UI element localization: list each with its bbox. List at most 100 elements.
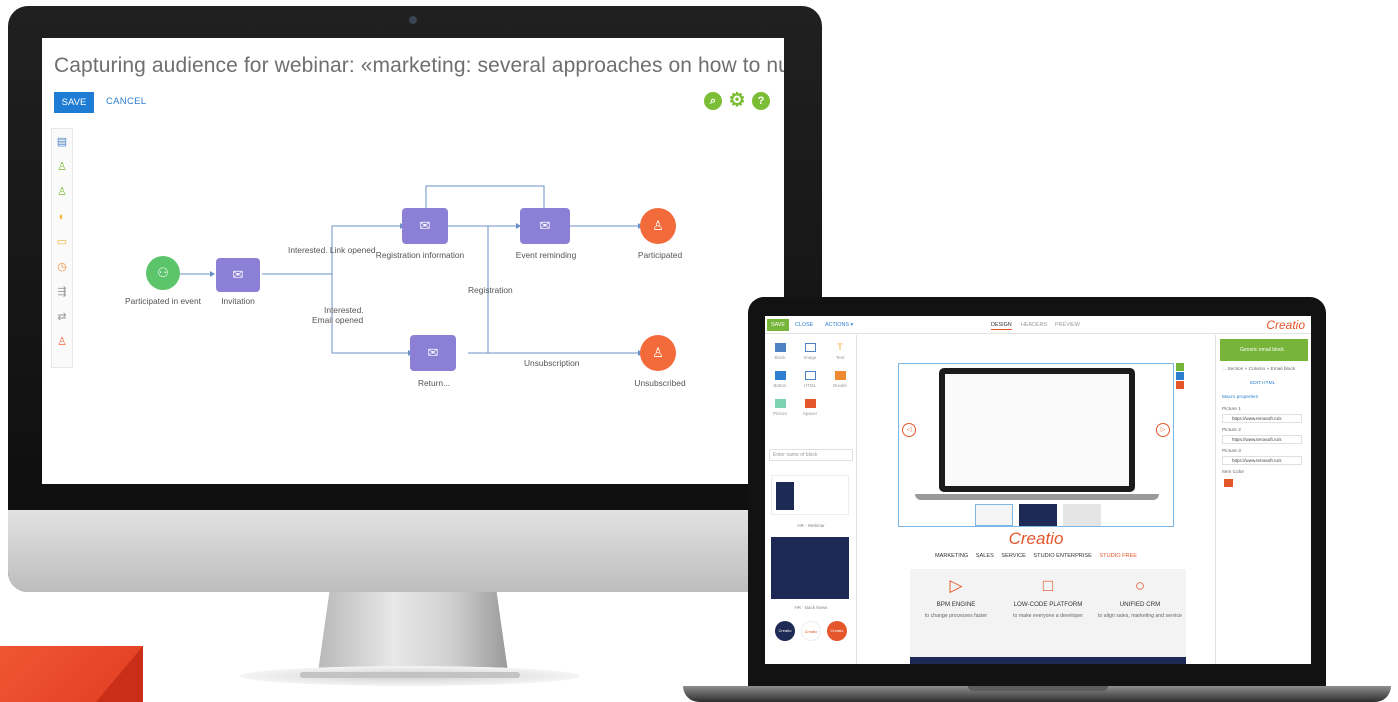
node-label-invitation: Invitation — [221, 296, 255, 306]
product-showcase: Capturing audience for webinar: «marketi… — [0, 0, 1398, 702]
menu-service[interactable]: SERVICE — [1001, 553, 1025, 559]
selected-block-frame[interactable] — [898, 363, 1174, 527]
edge-label-unsubscription: Unsubscription — [524, 358, 580, 368]
participated-node-icon[interactable]: ♙ — [640, 208, 676, 244]
menu-studio-enterprise[interactable]: STUDIO ENTERPRISE — [1033, 553, 1091, 559]
template-thumbnail-webinar[interactable] — [771, 475, 849, 515]
divider-icon — [834, 371, 846, 380]
edge-label-registration: Registration — [468, 285, 513, 295]
template-circle-dark[interactable]: Creatio — [775, 621, 795, 641]
node-label-participated: Participated — [637, 250, 683, 260]
feature-unified-crm: ○ UNIFIED CRM to align sales, marketing … — [1098, 576, 1182, 620]
email-designer-toolbar: SAVE CLOSE ACTIONS ▾ DESIGN HEADERS PREV… — [765, 316, 1311, 334]
actions-menu[interactable]: ACTIONS ▾ — [825, 322, 853, 328]
edge-label-email-opened: Email opened — [312, 315, 364, 325]
imac-chin — [8, 510, 822, 592]
block-item-image[interactable]: Image — [799, 343, 821, 360]
preview-laptop-screen — [939, 368, 1135, 492]
picture-3-field[interactable]: https://www.terrasoft.ru/s — [1222, 456, 1302, 465]
picture-2-field[interactable]: https://www.terrasoft.ru/s — [1222, 435, 1302, 444]
tab-design[interactable]: DESIGN — [991, 322, 1012, 330]
block-properties-panel: Generic email block ... Section » Column… — [1215, 335, 1311, 664]
node-label-registration-information: Registration information — [375, 250, 465, 260]
square-icon: □ — [1042, 576, 1054, 595]
block-item-picture[interactable]: Picture — [769, 399, 791, 416]
registration-information-node-icon[interactable]: ✉ — [402, 208, 448, 244]
text-icon: T — [837, 342, 843, 352]
laptop-notch — [968, 686, 1108, 691]
template-thumbnail-image — [776, 482, 794, 510]
preview-laptop-base — [915, 494, 1159, 500]
save-button[interactable]: SAVE — [767, 319, 789, 331]
node-label-unsubscribed: Unsubscribed — [634, 378, 686, 388]
block-side-tools — [1176, 363, 1184, 389]
blocks-panel: Block Image T Text Button HTML Divider Pi… — [765, 335, 857, 664]
unsubscribed-node-icon[interactable]: ♙ — [640, 335, 676, 371]
block-item-button[interactable]: Button — [769, 371, 791, 388]
start-node-icon[interactable]: ⚇ — [146, 256, 180, 290]
footer-strip — [910, 657, 1186, 664]
block-item-spacer[interactable]: Spacer — [799, 399, 821, 416]
preview-creatio-logo: Creatio — [1008, 529, 1064, 548]
block-icon — [774, 343, 786, 352]
connector-registration-reminding-top — [425, 185, 545, 210]
image-icon — [804, 343, 816, 352]
block-item-divider[interactable]: Divider — [829, 371, 851, 388]
process-designer-screen: Capturing audience for webinar: «marketi… — [42, 38, 784, 484]
feature-bpm-engine: ▷ BPM ENGINE to change processes faster — [914, 577, 998, 620]
previous-arrow-icon[interactable]: ◁ — [902, 423, 916, 437]
picture-1-label: Picture 1 — [1222, 407, 1241, 412]
template-circle-orange[interactable]: Creatio — [827, 621, 847, 641]
node-label-event-reminding: Event reminding — [515, 250, 577, 260]
imac-stand-edge — [300, 672, 520, 678]
template-caption-news: HR - Back News — [794, 605, 828, 610]
email-canvas: ◁ ▷ Creatio MARKETING SALES SERVICE STUD… — [858, 335, 1214, 664]
creatio-logo: Creatio — [1266, 318, 1305, 332]
properties-breadcrumb: ... Section » Column » Email block — [1222, 367, 1296, 372]
template-circle-light[interactable]: Creatio — [801, 621, 821, 641]
edge-label-interested: Interested. — [324, 305, 364, 315]
play-triangle-icon: ▷ — [949, 576, 963, 595]
edit-html-button[interactable]: EDIT HTML — [1250, 381, 1275, 386]
edge-label-interested-link-opened: Interested. Link opened — [288, 245, 376, 255]
delete-icon[interactable] — [1176, 381, 1184, 389]
block-item-block[interactable]: Block — [769, 343, 791, 360]
block-search-input[interactable]: Enter name of block — [769, 449, 853, 461]
menu-studio-free[interactable]: STUDIO FREE — [1099, 553, 1137, 559]
template-caption-webinar: HR - Webinar — [797, 523, 825, 528]
item-color-swatch[interactable] — [1224, 479, 1233, 487]
next-arrow-icon[interactable]: ▷ — [1156, 423, 1170, 437]
features-block: ▷ BPM ENGINE to change processes faster … — [910, 569, 1186, 657]
add-icon[interactable] — [1176, 363, 1184, 371]
template-thumbnail-news[interactable] — [771, 537, 849, 599]
block-item-text[interactable]: T Text — [829, 342, 851, 361]
button-icon — [774, 371, 786, 380]
picture-icon — [774, 399, 786, 408]
circle-icon: ○ — [1134, 576, 1146, 595]
tab-preview[interactable]: PREVIEW — [1055, 322, 1080, 328]
feature-low-code-platform: □ LOW-CODE PLATFORM to make everyone a d… — [1006, 577, 1090, 620]
imac-stand — [318, 592, 508, 672]
macro-properties-label: Macro properties — [1222, 395, 1258, 400]
menu-marketing[interactable]: MARKETING — [935, 553, 968, 559]
tab-headers[interactable]: HEADERS — [1021, 322, 1047, 328]
preview-thumbnails — [975, 504, 1105, 526]
menu-sales[interactable]: SALES — [976, 553, 994, 559]
camera-icon — [409, 16, 417, 24]
spacer-icon — [804, 399, 816, 408]
block-item-html[interactable]: HTML — [799, 371, 821, 388]
html-icon — [804, 371, 816, 380]
node-label-return: Return... — [417, 378, 451, 388]
copy-icon[interactable] — [1176, 372, 1184, 380]
return-node-icon[interactable]: ✉ — [410, 335, 456, 371]
preview-menu: MARKETING SALES SERVICE STUDIO ENTERPRIS… — [858, 553, 1214, 559]
close-button[interactable]: CLOSE — [795, 322, 813, 328]
email-designer-screen: SAVE CLOSE ACTIONS ▾ DESIGN HEADERS PREV… — [765, 316, 1311, 664]
block-properties-header: Generic email block — [1220, 339, 1308, 361]
item-color-label: Item Color — [1222, 470, 1245, 475]
picture-2-label: Picture 2 — [1222, 428, 1241, 433]
invitation-node-icon[interactable]: ✉ — [216, 258, 260, 292]
event-reminding-node-icon[interactable]: ✉ — [520, 208, 570, 244]
picture-3-label: Picture 3 — [1222, 449, 1241, 454]
picture-1-field[interactable]: https://www.terrasoft.ru/s — [1222, 414, 1302, 423]
